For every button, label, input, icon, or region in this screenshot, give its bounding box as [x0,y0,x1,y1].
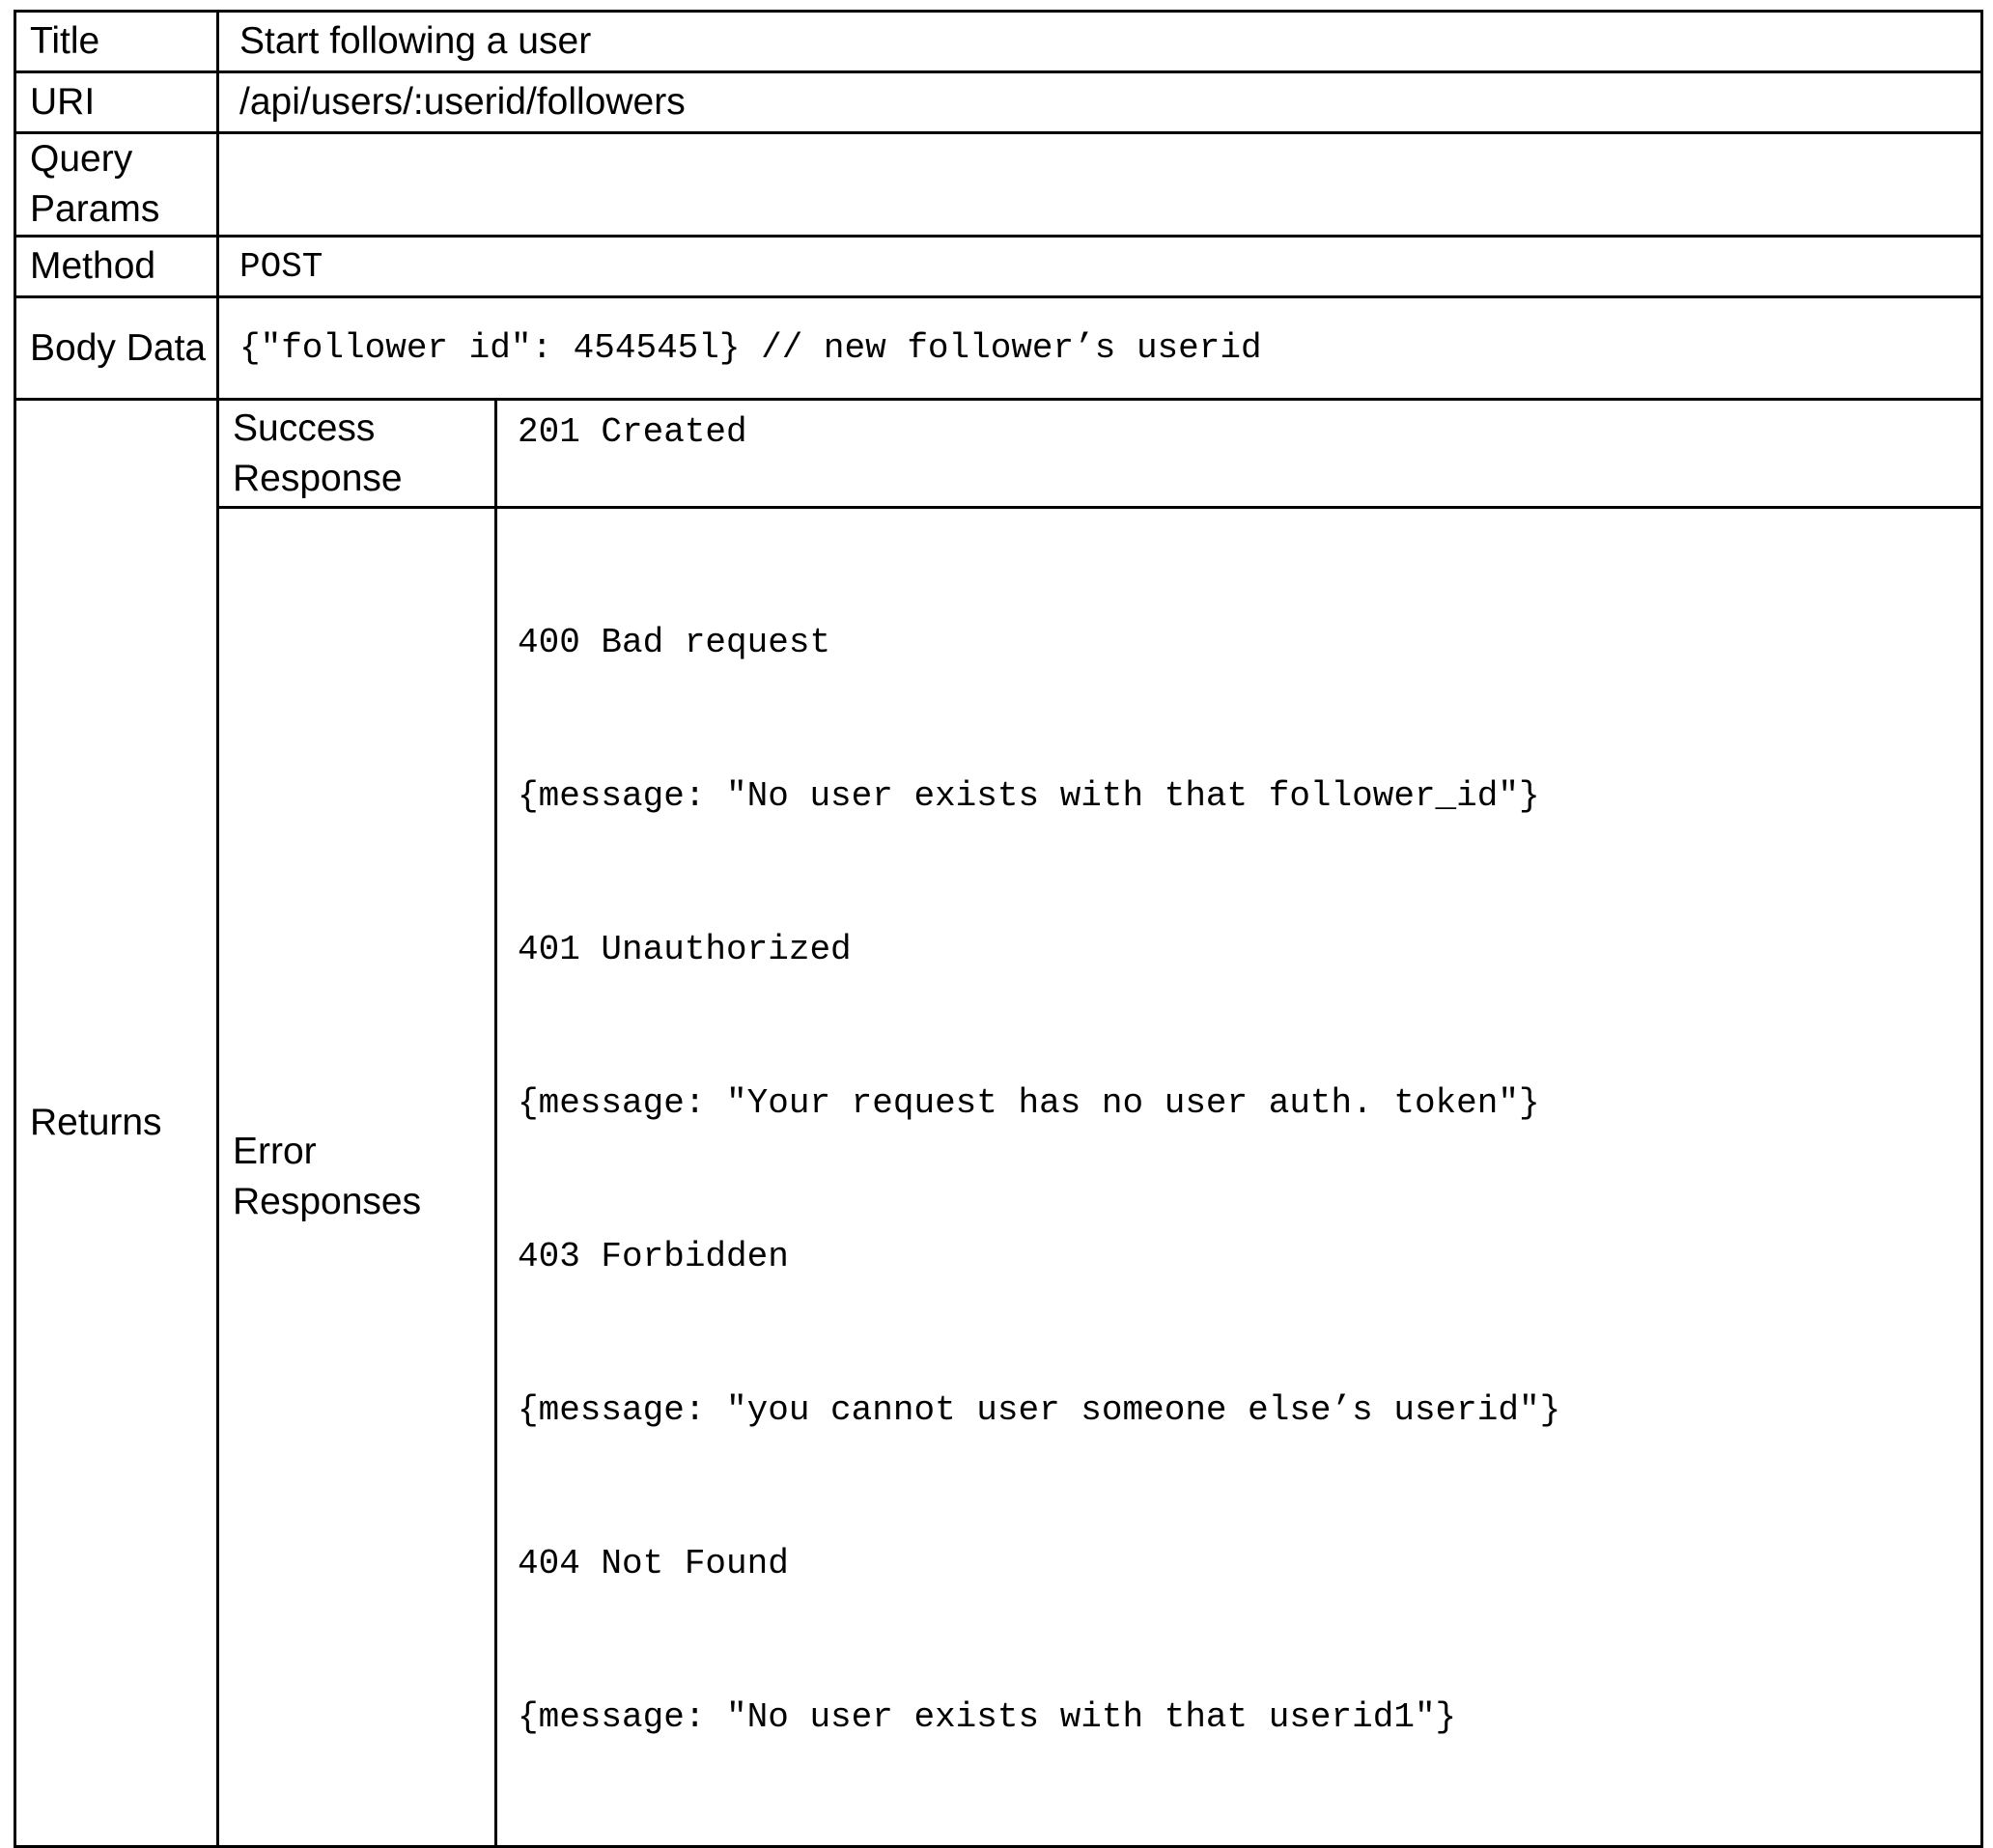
row-title: Title Start following a user [14,10,1983,73]
value-query-params [216,131,1983,238]
row-query-params: Query Params [14,131,1983,238]
row-error-responses: Error Responses 400 Bad request {message… [15,506,1983,1848]
row-uri: URI /api/users/:userid/followers [14,70,1983,134]
label-returns: Returns [14,398,219,1848]
error-line: {message: "No user exists with that user… [518,1697,1457,1737]
label-query-params: Query Params [14,131,219,238]
value-uri: /api/users/:userid/followers [216,70,1983,134]
label-success-response: Success Response [216,398,497,509]
error-line: {message: "Your request has no user auth… [518,1083,1540,1123]
value-body-data: {"follower id": 454545l} // new follower… [216,295,1983,401]
error-line: 400 Bad request [518,623,831,662]
error-line: 401 Unauthorized [518,930,852,969]
error-line: {message: "you cannot user someone else’… [518,1390,1561,1430]
api-spec-table: Title Start following a user URI /api/us… [14,10,1983,1848]
label-uri: URI [14,70,219,134]
value-error-responses: 400 Bad request {message: "No user exist… [494,506,1983,1848]
error-line: 404 Not Found [518,1544,789,1583]
label-title: Title [14,10,219,73]
label-error-responses: Error Responses [216,506,497,1848]
label-method: Method [14,235,219,298]
row-body-data: Body Data {"follower id": 454545l} // ne… [14,295,1983,401]
error-line: {message: "No user exists with that foll… [518,776,1540,816]
error-line: 403 Forbidden [518,1237,789,1276]
label-body-data: Body Data [14,295,219,401]
value-title: Start following a user [216,10,1983,73]
row-method: Method POST [14,235,1983,298]
value-method: POST [216,235,1983,298]
row-success-response: Returns Success Response 201 Created [14,398,1983,1848]
value-success-response: 201 Created [494,398,1983,509]
